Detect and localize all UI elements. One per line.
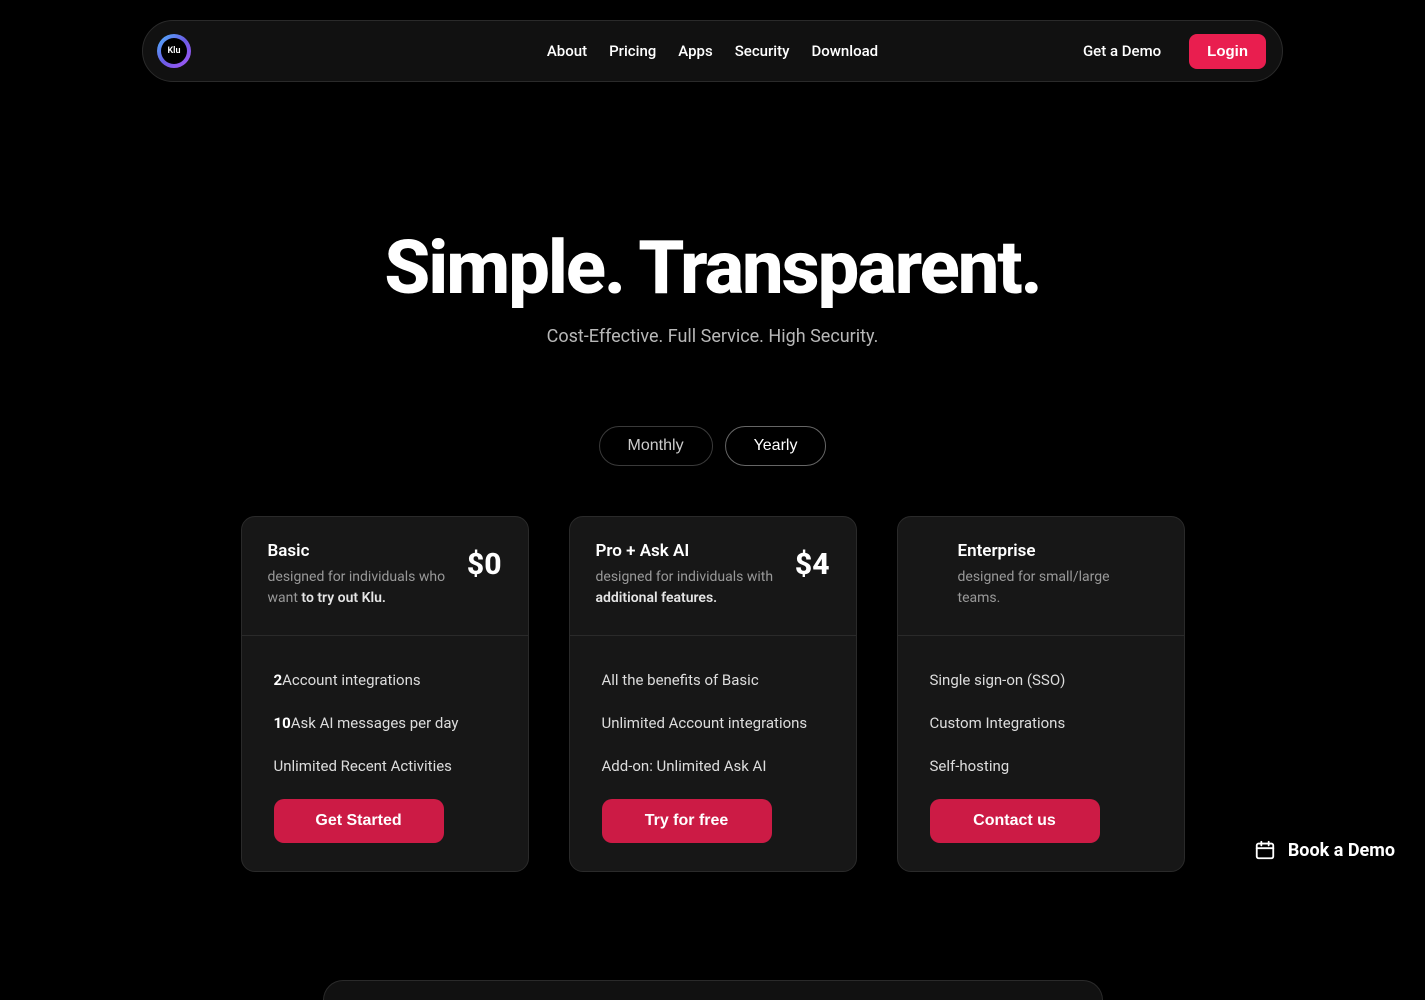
nav-download[interactable]: Download [811,42,878,60]
main-navbar: Klu About Pricing Apps Security Download… [142,20,1283,82]
toggle-yearly[interactable]: Yearly [725,426,827,466]
plan-name: Basic [268,541,457,561]
nav-right: Get a Demo Login [1083,34,1266,69]
plan-feature: Custom Integrations [924,713,1158,734]
plan-feature: Unlimited Recent Activities [268,756,502,777]
next-section-peek [323,980,1103,1000]
plan-desc: designed for individuals with additional… [596,567,785,609]
plan-feature: Add-on: Unlimited Ask AI [596,756,830,777]
hero-subtitle: Cost-Effective. Full Service. High Secur… [0,326,1425,347]
nav-about[interactable]: About [547,42,587,60]
login-button[interactable]: Login [1189,34,1266,69]
plan-basic: Basic designed for individuals who want … [241,516,529,872]
book-demo-label: Book a Demo [1288,840,1395,861]
logo[interactable]: Klu [157,34,191,68]
plan-desc: designed for individuals who want to try… [268,567,457,609]
plan-enterprise: Enterprise designed for small/large team… [897,516,1185,872]
plan-desc: designed for small/large teams. [958,567,1148,609]
book-demo-fab[interactable]: Book a Demo [1254,839,1395,861]
plan-header: Enterprise designed for small/large team… [898,517,1184,636]
nav-links: About Pricing Apps Security Download [547,42,878,60]
plan-name: Enterprise [958,541,1148,561]
plan-cta-basic[interactable]: Get Started [274,799,444,843]
hero: Simple. Transparent. Cost-Effective. Ful… [0,232,1425,347]
plan-pro: Pro + Ask AI designed for individuals wi… [569,516,857,872]
plan-feature: 10Ask AI messages per day [268,713,502,734]
plan-header: Basic designed for individuals who want … [242,517,528,636]
plan-body: 2Account integrations 10Ask AI messages … [242,636,528,871]
hero-title: Simple. Transparent. [0,232,1425,306]
plan-body: Single sign-on (SSO) Custom Integrations… [898,636,1184,871]
nav-pricing[interactable]: Pricing [609,42,656,60]
toggle-monthly[interactable]: Monthly [599,426,713,466]
nav-security[interactable]: Security [735,42,790,60]
get-demo-link[interactable]: Get a Demo [1083,42,1161,60]
nav-apps[interactable]: Apps [678,42,712,60]
plan-feature: Unlimited Account integrations [596,713,830,734]
plan-price: $4 [795,547,830,582]
billing-toggle: Monthly Yearly [599,426,827,466]
plan-price: $0 [467,547,502,582]
plan-feature: Single sign-on (SSO) [924,670,1158,691]
plan-header: Pro + Ask AI designed for individuals wi… [570,517,856,636]
plans-row: Basic designed for individuals who want … [241,516,1185,872]
plan-feature: 2Account integrations [268,670,502,691]
plan-feature: Self-hosting [924,756,1158,777]
logo-text: Klu [161,38,187,64]
plan-cta-enterprise[interactable]: Contact us [930,799,1100,843]
plan-cta-pro[interactable]: Try for free [602,799,772,843]
plan-feature: All the benefits of Basic [596,670,830,691]
calendar-icon [1254,839,1276,861]
plan-body: All the benefits of Basic Unlimited Acco… [570,636,856,871]
plan-name: Pro + Ask AI [596,541,785,561]
